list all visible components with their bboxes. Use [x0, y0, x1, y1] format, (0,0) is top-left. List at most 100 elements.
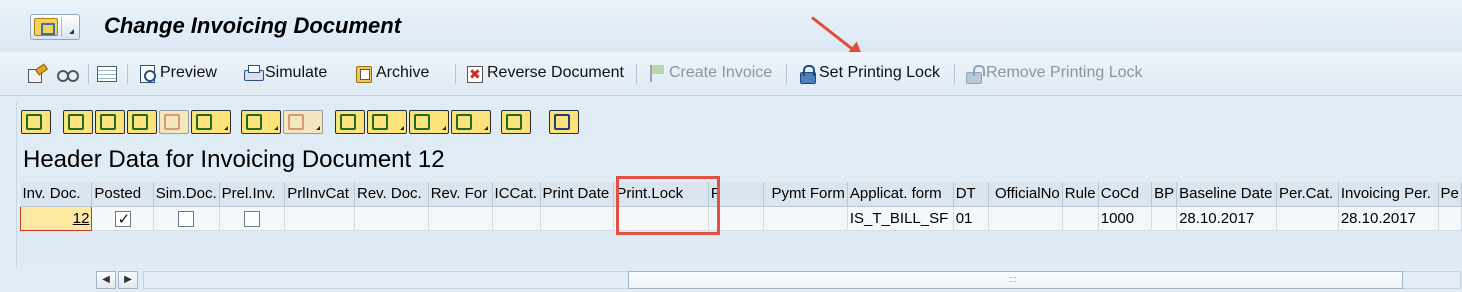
prel-inv-cell — [219, 206, 286, 231]
find-button[interactable] — [127, 110, 157, 134]
filter-button[interactable] — [191, 110, 231, 134]
table-cell[interactable] — [1151, 206, 1178, 231]
column-header[interactable]: Pymt Form — [763, 182, 848, 207]
find-next-icon — [164, 114, 180, 130]
lock-icon — [797, 64, 817, 84]
prel-inv-checkbox[interactable] — [243, 210, 260, 227]
cocd-cell[interactable]: 1000 — [1098, 206, 1153, 231]
column-header[interactable]: Baseline Date — [1176, 182, 1277, 207]
table-cell[interactable] — [284, 206, 355, 231]
column-header[interactable]: PrlInvCat — [284, 182, 355, 207]
set-printing-lock-button[interactable]: Set Printing Lock — [797, 61, 940, 85]
sort-descending-button[interactable] — [95, 110, 125, 134]
column-header[interactable]: ICCat. — [492, 182, 541, 207]
sort-ascending-icon — [68, 114, 84, 130]
column-header[interactable]: Inv. Doc. — [20, 182, 93, 207]
column-header[interactable]: CoCd — [1098, 182, 1153, 207]
total-button[interactable] — [241, 110, 281, 134]
binoculars-icon — [132, 114, 148, 130]
sort-ascending-button[interactable] — [63, 110, 93, 134]
simulate-button[interactable]: Simulate — [243, 61, 327, 85]
title-bar: Change Invoicing Document — [0, 0, 1462, 56]
dropdown-caret-icon — [69, 29, 74, 34]
details-icon — [26, 114, 42, 130]
system-menu-button[interactable] — [30, 14, 80, 40]
invoicing-per-cell[interactable]: 28.10.2017 — [1338, 206, 1439, 231]
column-header[interactable]: Rev. For — [428, 182, 493, 207]
scroll-thumb[interactable]: ::: — [628, 271, 1403, 289]
reverse-icon — [465, 64, 485, 83]
set-printing-lock-label: Set Printing Lock — [819, 64, 940, 81]
subtotal-button[interactable] — [283, 110, 323, 134]
baseline-date-cell[interactable]: 28.10.2017 — [1176, 206, 1277, 231]
annotation-highlight-box — [616, 176, 720, 235]
flag-icon — [647, 64, 667, 82]
table-cell[interactable] — [492, 206, 541, 231]
export-button[interactable] — [409, 110, 449, 134]
column-header[interactable]: Rev. Doc. — [354, 182, 429, 207]
table-cell[interactable] — [1438, 206, 1462, 231]
posted-cell — [91, 206, 154, 231]
info-icon — [554, 114, 570, 130]
sim-doc-checkbox[interactable] — [178, 210, 195, 227]
column-header[interactable]: Pe — [1438, 182, 1462, 207]
table-cell[interactable] — [1062, 206, 1099, 231]
display-change-button[interactable] — [56, 61, 79, 85]
views-button[interactable] — [367, 110, 407, 134]
views-icon — [372, 114, 388, 130]
total-dropdown-icon — [274, 126, 278, 130]
create-invoice-label: Create Invoice — [669, 64, 773, 81]
grip-icon: ::: — [1009, 274, 1017, 284]
column-header[interactable]: OfficialNo — [988, 182, 1063, 207]
window-title: Change Invoicing Document — [104, 13, 402, 38]
column-header[interactable]: Sim.Doc. — [153, 182, 220, 207]
find-next-button[interactable] — [159, 110, 189, 134]
scroll-right-icon[interactable]: ▶ — [118, 271, 138, 289]
table-icon — [96, 64, 117, 82]
print-preview-button[interactable] — [335, 110, 365, 134]
grid-title: Header Data for Invoicing Document 12 — [23, 146, 445, 173]
layout-icon — [456, 114, 472, 130]
posted-checkbox[interactable] — [114, 210, 131, 228]
remove-printing-lock-label: Remove Printing Lock — [986, 64, 1143, 81]
column-header[interactable]: Applicat. form — [847, 182, 954, 207]
table-cell[interactable] — [988, 206, 1063, 231]
column-header[interactable]: BP — [1151, 182, 1178, 207]
column-header[interactable]: Posted — [91, 182, 154, 207]
column-header[interactable]: Rule — [1062, 182, 1099, 207]
printer-icon — [243, 64, 264, 82]
table-view-button[interactable] — [96, 61, 118, 85]
dt-cell[interactable]: 01 — [953, 206, 990, 231]
column-header[interactable]: DT — [953, 182, 990, 207]
column-header[interactable]: Prel.Inv. — [219, 182, 286, 207]
column-header[interactable]: Invoicing Per. — [1338, 182, 1439, 207]
layout-button[interactable] — [451, 110, 491, 134]
print-preview-icon — [340, 114, 356, 130]
create-invoice-button[interactable]: Create Invoice — [647, 61, 772, 85]
archive-button[interactable]: Archive — [354, 61, 429, 85]
application-toolbar: Preview Simulate Archive Reverse Documen… — [0, 52, 1462, 96]
applicat-form-cell[interactable]: IS_T_BILL_SF — [847, 206, 954, 231]
inv-doc-cell[interactable]: 12 — [19, 205, 93, 231]
graphic-button[interactable] — [501, 110, 531, 134]
table-cell[interactable] — [1276, 206, 1339, 231]
subtotal-icon — [288, 114, 304, 130]
sort-descending-icon — [100, 114, 116, 130]
remove-printing-lock-button[interactable]: Remove Printing Lock — [964, 61, 1143, 85]
horizontal-scrollbar[interactable]: ◀ ▶ ::: — [0, 268, 1462, 292]
table-cell[interactable] — [428, 206, 493, 231]
column-header[interactable]: Print Date — [540, 182, 615, 207]
table-cell[interactable] — [540, 206, 615, 231]
table-cell[interactable] — [354, 206, 429, 231]
column-header[interactable]: Per.Cat. — [1276, 182, 1339, 207]
details-button[interactable] — [21, 110, 51, 134]
info-button[interactable] — [549, 110, 579, 134]
reverse-document-button[interactable]: Reverse Document — [465, 61, 624, 85]
table-row[interactable]: 12 IS_T_BILL_SF 01 1000 28.10.2017 28.10… — [19, 205, 1462, 231]
edit-button[interactable] — [27, 61, 49, 85]
scroll-left-icon[interactable]: ◀ — [96, 271, 116, 289]
menu-icon — [34, 18, 58, 36]
table-cell[interactable] — [763, 206, 848, 231]
sum-icon — [246, 114, 262, 130]
preview-button[interactable]: Preview — [138, 61, 217, 85]
